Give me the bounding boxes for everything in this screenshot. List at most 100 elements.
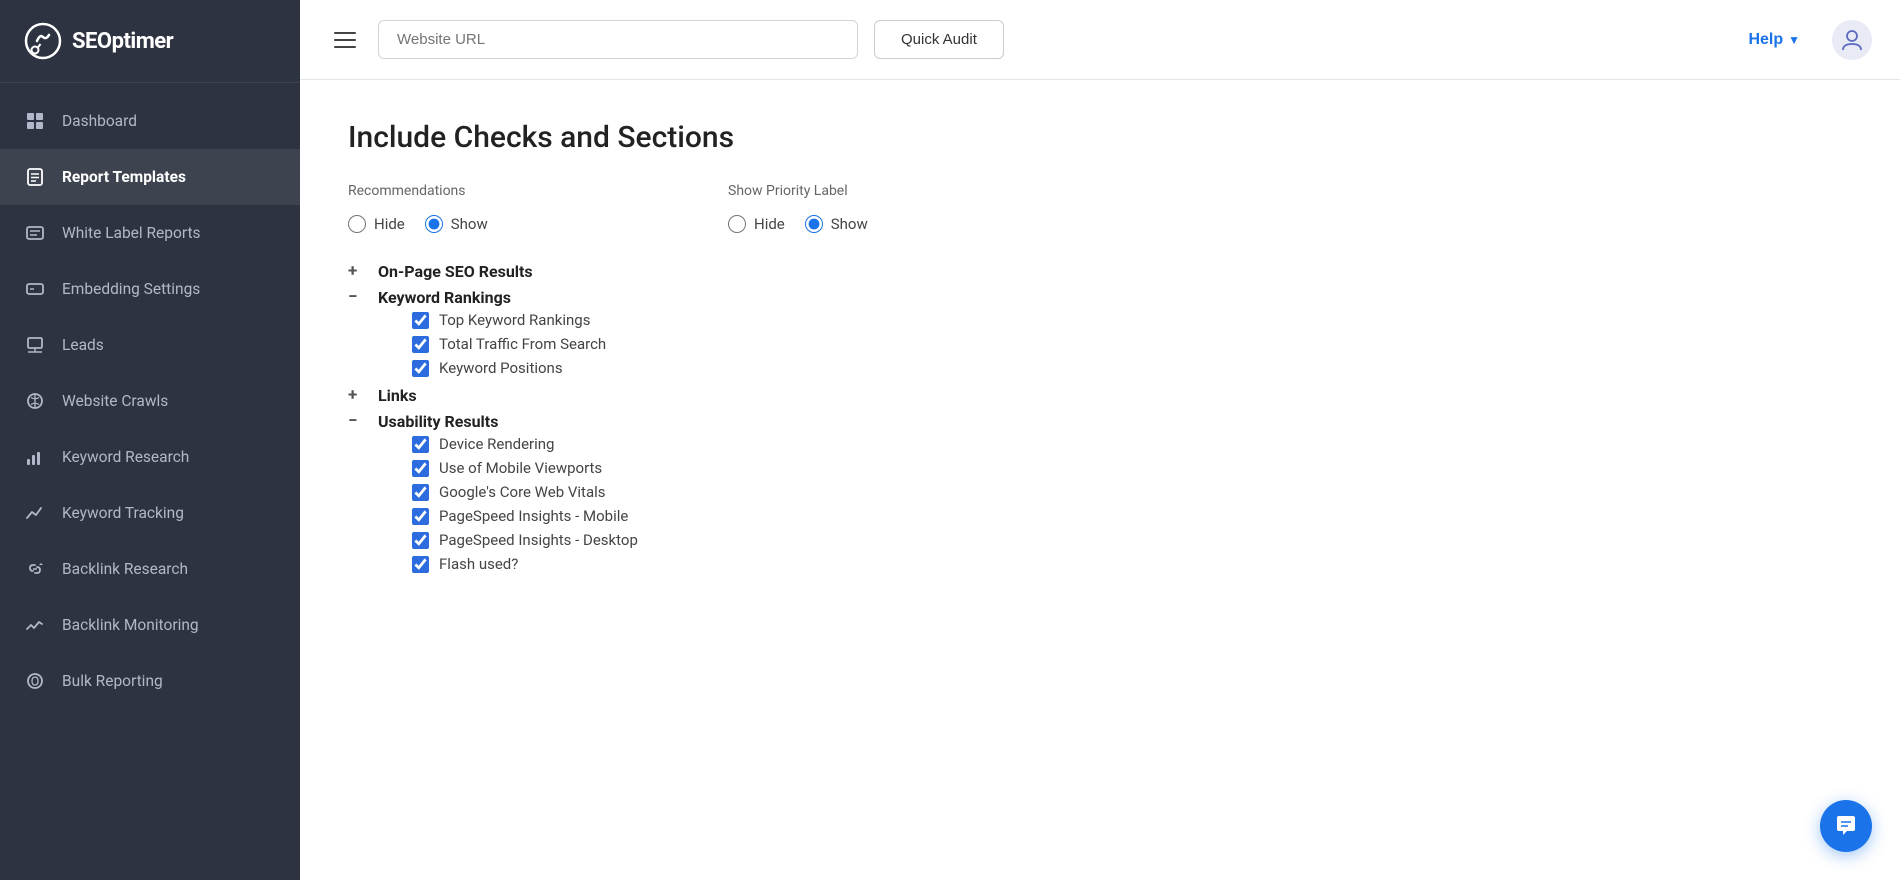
- check-keyword-positions-label: Keyword Positions: [439, 359, 563, 377]
- check-pagespeed-desktop: PageSpeed Insights - Desktop: [412, 531, 1852, 549]
- check-top-keyword-rankings: Top Keyword Rankings: [412, 311, 1852, 329]
- recommendations-group: Recommendations Hide Show: [348, 183, 728, 233]
- section-title-usability: Usability Results: [378, 412, 498, 431]
- check-mobile-viewports-input[interactable]: [412, 460, 429, 477]
- check-mobile-viewports-label: Use of Mobile Viewports: [439, 459, 602, 477]
- report-templates-icon: [24, 166, 46, 188]
- hamburger-button[interactable]: [328, 26, 362, 54]
- page-title: Include Checks and Sections: [348, 120, 1852, 155]
- sidebar-item-bulk-reporting[interactable]: Bulk Reporting: [0, 653, 300, 709]
- recommendations-show-option[interactable]: Show: [425, 215, 488, 233]
- sidebar-item-website-crawls[interactable]: Website Crawls: [0, 373, 300, 429]
- options-row: Recommendations Hide Show Show Priority …: [348, 183, 1852, 233]
- sidebar-item-label: Bulk Reporting: [62, 672, 163, 690]
- quick-audit-button[interactable]: Quick Audit: [874, 20, 1004, 59]
- hamburger-line-3: [334, 46, 356, 48]
- sidebar-item-label: Keyword Tracking: [62, 504, 184, 522]
- sidebar: SEOptimer Dashboard: [0, 0, 300, 880]
- section-keyword-rankings: − Keyword Rankings: [348, 287, 1852, 307]
- website-crawls-icon: [24, 390, 46, 412]
- check-device-rendering-input[interactable]: [412, 436, 429, 453]
- sidebar-item-label: Embedding Settings: [62, 280, 200, 298]
- dashboard-icon: [24, 110, 46, 132]
- section-usability-results: − Usability Results: [348, 411, 1852, 431]
- check-pagespeed-desktop-input[interactable]: [412, 532, 429, 549]
- sidebar-item-leads[interactable]: Leads: [0, 317, 300, 373]
- header: Quick Audit Help ▼: [300, 0, 1900, 80]
- priority-hide-option[interactable]: Hide: [728, 215, 785, 233]
- check-pagespeed-mobile-input[interactable]: [412, 508, 429, 525]
- check-device-rendering: Device Rendering: [412, 435, 1852, 453]
- section-toggle-usability[interactable]: −: [348, 411, 368, 431]
- priority-radio-group: Hide Show: [728, 215, 1108, 233]
- sidebar-item-report-templates[interactable]: Report Templates: [0, 149, 300, 205]
- backlink-research-icon: [24, 558, 46, 580]
- section-toggle-links[interactable]: +: [348, 385, 368, 405]
- sidebar-item-label: Backlink Research: [62, 560, 188, 578]
- priority-group: Show Priority Label Hide Show: [728, 183, 1108, 233]
- keyword-research-icon: [24, 446, 46, 468]
- white-label-icon: [24, 222, 46, 244]
- chat-bubble-button[interactable]: [1820, 800, 1872, 852]
- help-label: Help: [1748, 31, 1783, 49]
- keyword-rankings-items: Top Keyword Rankings Total Traffic From …: [380, 311, 1852, 377]
- section-title-on-page-seo: On-Page SEO Results: [378, 262, 533, 281]
- section-toggle-keyword-rankings[interactable]: −: [348, 287, 368, 307]
- priority-show-option[interactable]: Show: [805, 215, 868, 233]
- check-pagespeed-mobile-label: PageSpeed Insights - Mobile: [439, 507, 628, 525]
- priority-show-radio[interactable]: [805, 215, 823, 233]
- section-title-links: Links: [378, 386, 417, 405]
- check-keyword-positions-input[interactable]: [412, 360, 429, 377]
- check-flash-used-input[interactable]: [412, 556, 429, 573]
- check-keyword-positions: Keyword Positions: [412, 359, 1852, 377]
- recommendations-hide-option[interactable]: Hide: [348, 215, 405, 233]
- check-flash-used: Flash used?: [412, 555, 1852, 573]
- sidebar-item-dashboard[interactable]: Dashboard: [0, 93, 300, 149]
- sidebar-item-embedding-settings[interactable]: Embedding Settings: [0, 261, 300, 317]
- sidebar-item-keyword-tracking[interactable]: Keyword Tracking: [0, 485, 300, 541]
- sidebar-item-label: White Label Reports: [62, 224, 201, 242]
- check-core-web-vitals: Google's Core Web Vitals: [412, 483, 1852, 501]
- section-on-page-seo: + On-Page SEO Results: [348, 261, 1852, 281]
- priority-label: Show Priority Label: [728, 183, 1108, 199]
- sidebar-nav: Dashboard Report Templates: [0, 83, 300, 880]
- section-toggle-on-page-seo[interactable]: +: [348, 261, 368, 281]
- sidebar-item-label: Dashboard: [62, 112, 137, 130]
- sidebar-item-label: Leads: [62, 336, 104, 354]
- url-input[interactable]: [378, 20, 858, 59]
- check-top-keyword-rankings-input[interactable]: [412, 312, 429, 329]
- hamburger-line-1: [334, 32, 356, 34]
- sidebar-item-white-label-reports[interactable]: White Label Reports: [0, 205, 300, 261]
- help-button[interactable]: Help ▼: [1748, 31, 1800, 49]
- keyword-tracking-icon: [24, 502, 46, 524]
- main-wrapper: Quick Audit Help ▼ Include Checks and Se…: [300, 0, 1900, 880]
- sidebar-item-label: Backlink Monitoring: [62, 616, 199, 634]
- sidebar-item-label: Keyword Research: [62, 448, 189, 466]
- priority-hide-label: Hide: [754, 215, 785, 233]
- priority-hide-radio[interactable]: [728, 215, 746, 233]
- recommendations-label: Recommendations: [348, 183, 728, 199]
- logo-area: SEOptimer: [0, 0, 300, 83]
- sidebar-item-label: Report Templates: [62, 168, 186, 186]
- check-pagespeed-desktop-label: PageSpeed Insights - Desktop: [439, 531, 638, 549]
- section-title-keyword-rankings: Keyword Rankings: [378, 288, 511, 307]
- check-core-web-vitals-input[interactable]: [412, 484, 429, 501]
- sidebar-item-backlink-research[interactable]: Backlink Research: [0, 541, 300, 597]
- sidebar-item-keyword-research[interactable]: Keyword Research: [0, 429, 300, 485]
- recommendations-hide-radio[interactable]: [348, 215, 366, 233]
- recommendations-show-label: Show: [451, 215, 488, 233]
- embedding-icon: [24, 278, 46, 300]
- check-total-traffic-input[interactable]: [412, 336, 429, 353]
- check-top-keyword-rankings-label: Top Keyword Rankings: [439, 311, 590, 329]
- recommendations-hide-label: Hide: [374, 215, 405, 233]
- logo-text: SEOptimer: [72, 29, 173, 54]
- chevron-down-icon: ▼: [1788, 33, 1800, 47]
- user-avatar[interactable]: [1832, 20, 1872, 60]
- sidebar-item-label: Website Crawls: [62, 392, 168, 410]
- check-total-traffic-label: Total Traffic From Search: [439, 335, 606, 353]
- main-content: Include Checks and Sections Recommendati…: [300, 80, 1900, 880]
- backlink-monitoring-icon: [24, 614, 46, 636]
- sidebar-item-backlink-monitoring[interactable]: Backlink Monitoring: [0, 597, 300, 653]
- check-pagespeed-mobile: PageSpeed Insights - Mobile: [412, 507, 1852, 525]
- recommendations-show-radio[interactable]: [425, 215, 443, 233]
